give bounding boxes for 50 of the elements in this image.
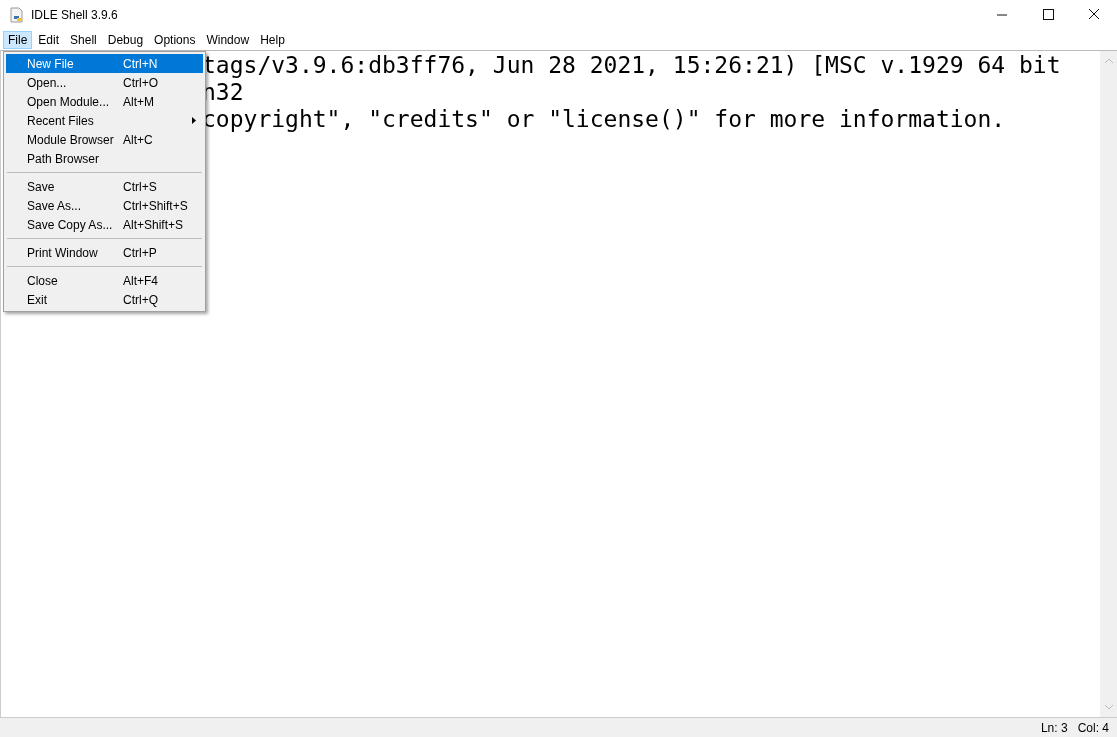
shortcut-label: Ctrl+S [123, 179, 157, 194]
shortcut-label: Ctrl+Shift+S [123, 198, 188, 213]
menu-item[interactable]: Edit [33, 31, 65, 49]
menu-entry-label: Open... [26, 75, 68, 90]
menu-entry-label: Exit [26, 292, 48, 307]
menu-entry[interactable]: Open Module... Alt+M [6, 92, 203, 111]
menu-entry[interactable]: Module Browser Alt+C [6, 130, 203, 149]
menu-item[interactable]: Window [201, 31, 255, 49]
scroll-down-icon[interactable] [1103, 703, 1114, 711]
menu-item[interactable]: Help [255, 31, 290, 49]
column-number: Col: 4 [1077, 720, 1109, 735]
menu-entry[interactable]: Exit Ctrl+Q [6, 290, 203, 309]
shortcut-label: Ctrl+Q [123, 292, 158, 307]
menu-entry-label: New File [26, 56, 75, 71]
menu-entry[interactable]: New File Ctrl+N [6, 54, 203, 73]
window-title: IDLE Shell 3.9.6 [31, 8, 118, 22]
menu-entry[interactable]: Open... Ctrl+O [6, 73, 203, 92]
menu-entry[interactable]: Save As... Ctrl+Shift+S [6, 196, 203, 215]
menu-entry[interactable]: Path Browser [6, 149, 203, 168]
shortcut-label: Ctrl+O [123, 75, 158, 90]
menu-entry-label: Path Browser [26, 151, 101, 166]
menu-entry-label: Save As... [26, 198, 83, 213]
menu-entry[interactable]: Save Copy As... Alt+Shift+S [6, 215, 203, 234]
shortcut-label: Ctrl+P [123, 245, 157, 260]
menu-entry[interactable]: Close Alt+F4 [6, 271, 203, 290]
menu-item[interactable]: Shell [65, 31, 102, 49]
shell-output-line: tags/v3.9.6:db3ff76, Jun 28 2021, 15:26:21) [MSC v.1929 64 bit [202, 52, 1062, 79]
shortcut-label: Ctrl+N [123, 56, 158, 71]
menu-item[interactable]: Debug [102, 31, 149, 49]
python-file-icon [9, 7, 25, 23]
shortcut-label: Alt+M [123, 94, 154, 109]
shortcut-label: Alt+C [123, 132, 153, 147]
scroll-up-icon[interactable] [1103, 57, 1114, 65]
shortcut-label: Alt+Shift+S [123, 217, 184, 232]
menu-entry-label: Open Module... [26, 94, 111, 109]
menu-entry[interactable]: Save Ctrl+S [6, 177, 203, 196]
shell-output-line: copyright", "credits" or "license()" for more information. [202, 106, 1007, 133]
menu-item[interactable]: Options [149, 31, 201, 49]
menu-entry-label: Module Browser [26, 132, 115, 147]
menu-entry[interactable]: Print Window Ctrl+P [6, 243, 203, 262]
shortcut-label: Alt+F4 [123, 273, 158, 288]
scrollbar[interactable] [1100, 51, 1117, 717]
menu-entry-label: Save [26, 179, 56, 194]
menu-entry-label: Recent Files [26, 113, 95, 128]
menu-entry-label: Close [26, 273, 59, 288]
line-number: Ln: 3 [1040, 720, 1068, 735]
menu-item[interactable]: File [3, 31, 33, 49]
menu-entry[interactable]: Recent Files [6, 111, 203, 130]
menu-entry-label: Print Window [26, 245, 99, 260]
menu-entry-label: Save Copy As... [26, 217, 114, 232]
